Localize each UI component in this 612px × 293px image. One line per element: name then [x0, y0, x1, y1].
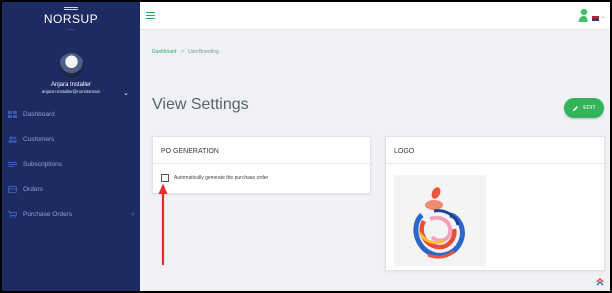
page-title: View Settings	[152, 96, 249, 113]
scroll-to-top-icon[interactable]	[595, 277, 605, 287]
sidebar-nav: Dashboard Customers Subscriptions Orders…	[2, 102, 140, 227]
sidebar-item-customers[interactable]: Customers	[2, 127, 140, 152]
apple-logo-icon	[413, 187, 465, 259]
dashboard-icon	[8, 111, 17, 118]
flag-icon[interactable]	[592, 16, 599, 21]
logo-image[interactable]	[394, 175, 486, 266]
pencil-icon	[573, 105, 579, 111]
breadcrumb-home-link[interactable]: Dashboard	[152, 49, 176, 55]
checkbox-label[interactable]: Automatically generate the purchase orde…	[174, 175, 268, 181]
brand[interactable]: NORSUP ~~~	[2, 2, 140, 40]
brand-name: NORSUP	[43, 12, 99, 26]
avatar[interactable]	[59, 53, 84, 78]
subscriptions-icon	[8, 162, 17, 167]
users-icon	[8, 136, 17, 143]
user-name: Anjara Installer	[50, 82, 92, 88]
user-icon[interactable]	[578, 8, 588, 22]
hamburger-icon[interactable]	[146, 12, 155, 20]
breadcrumb: Dashboard > UserBranding	[152, 49, 219, 55]
cart-icon	[8, 211, 17, 218]
topbar: ⌄	[140, 2, 610, 30]
brand-mark-icon	[64, 7, 78, 10]
sidebar-item-subscriptions[interactable]: Subscriptions	[2, 152, 140, 177]
logo-card: LOGO	[385, 136, 605, 271]
main-content: ⌄ Dashboard > UserBranding View Settings…	[140, 2, 610, 291]
chevron-right-icon: ›	[132, 211, 134, 218]
orders-icon	[8, 186, 17, 193]
auto-generate-po-checkbox[interactable]	[161, 174, 169, 182]
chevron-down-icon[interactable]: ⌄	[123, 89, 129, 97]
breadcrumb-separator: >	[180, 49, 184, 55]
sidebar-item-label: Purchase Orders	[23, 211, 73, 218]
sidebar-item-label: Orders	[23, 186, 43, 193]
brand-tagline: ~~~	[67, 27, 75, 32]
edit-button-label: EDIT	[583, 105, 596, 111]
sidebar-item-label: Subscriptions	[23, 161, 63, 168]
breadcrumb-current: UserBranding	[188, 49, 219, 55]
sidebar-item-label: Customers	[23, 136, 55, 143]
sidebar: NORSUP ~~~ Anjara Installer anjara+insta…	[2, 2, 140, 291]
card-title: LOGO	[386, 137, 604, 164]
edit-button[interactable]: EDIT	[564, 98, 604, 118]
chevron-down-icon[interactable]: ⌄	[601, 14, 605, 20]
app-window: NORSUP ~~~ Anjara Installer anjara+insta…	[2, 2, 610, 291]
sidebar-item-orders[interactable]: Orders	[2, 177, 140, 202]
user-email: anjara+installer@norsitsmain	[41, 89, 101, 94]
annotation-arrow-icon	[158, 183, 168, 265]
sidebar-item-dashboard[interactable]: Dashboard	[2, 102, 140, 127]
sidebar-item-label: Dashboard	[23, 111, 55, 118]
sidebar-item-purchase-orders[interactable]: Purchase Orders ›	[2, 202, 140, 227]
card-title: PO GENERATION	[153, 137, 370, 164]
po-generation-card: PO GENERATION Automatically generate the…	[152, 136, 371, 194]
